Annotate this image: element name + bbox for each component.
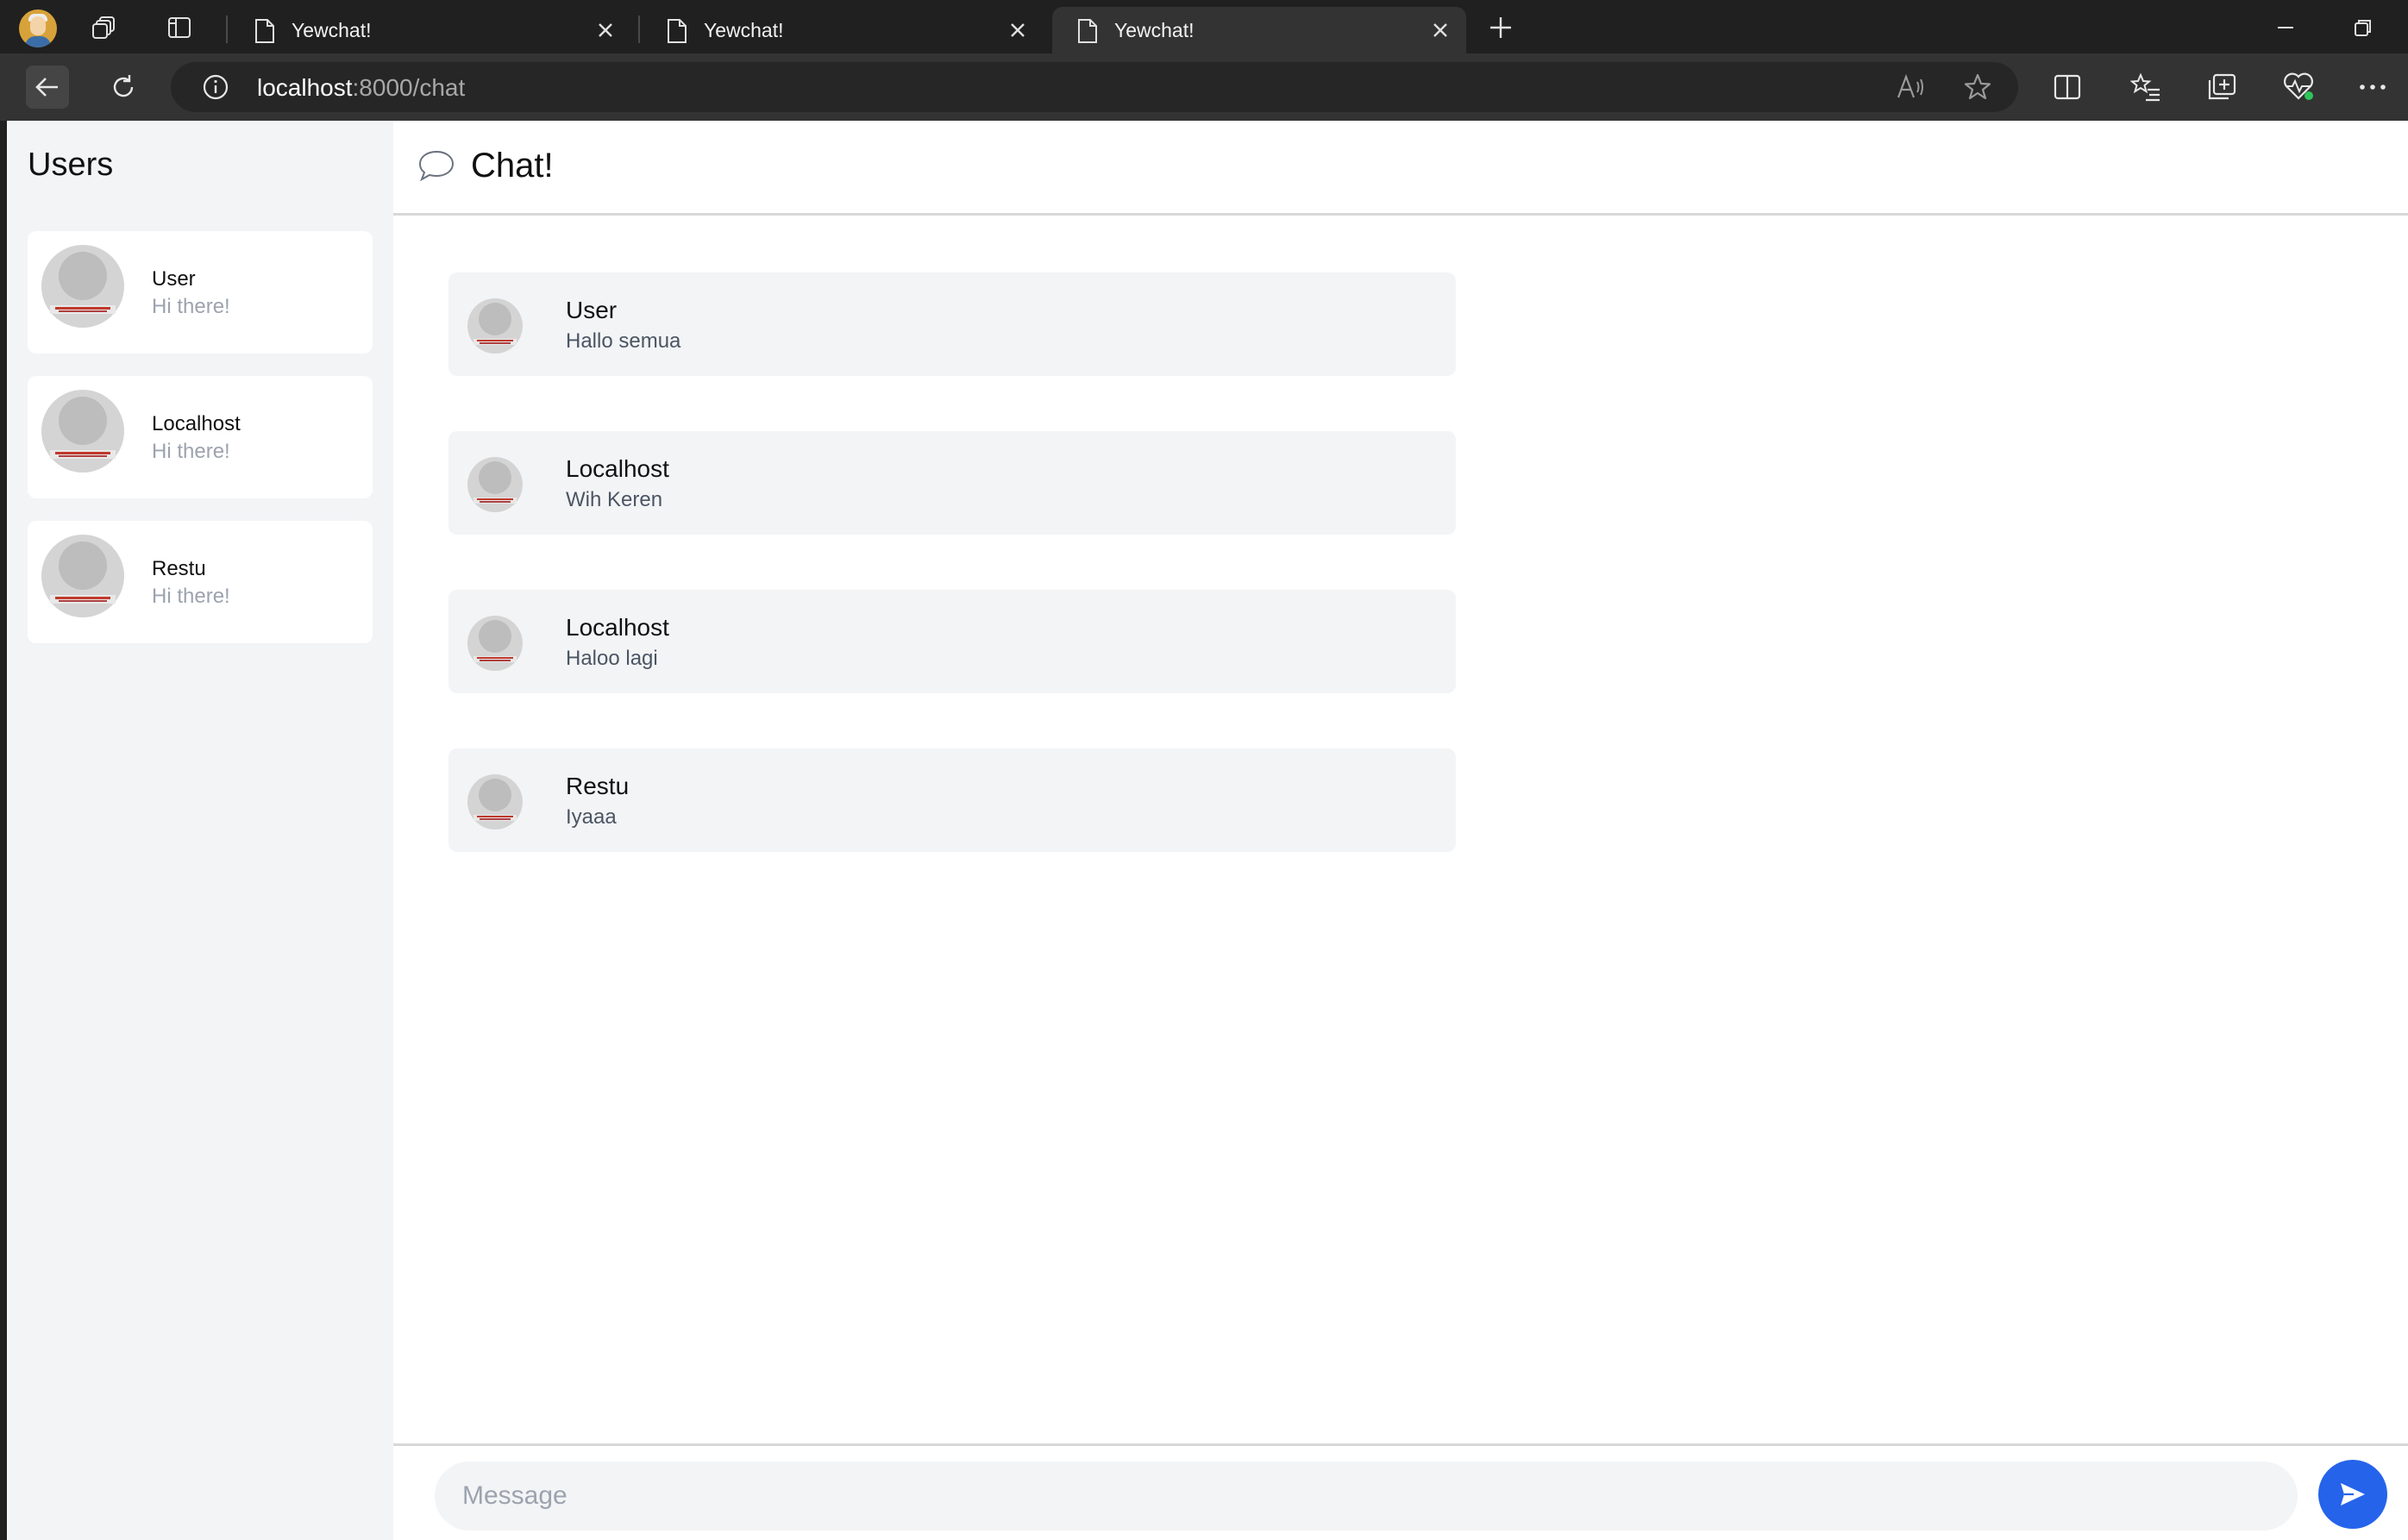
tab-title: Yewchat!: [292, 19, 372, 41]
back-arrow-icon: [35, 78, 58, 97]
document-icon: [666, 18, 688, 49]
message-text: Iyaaa: [566, 805, 617, 829]
document-icon: [254, 18, 276, 49]
user-preview: Hi there!: [152, 585, 230, 608]
tab-separator: [638, 16, 640, 43]
message-item: Localhost Wih Keren: [448, 431, 1456, 535]
tab-title: Yewchat!: [1114, 19, 1195, 41]
message-text: Haloo lagi: [566, 647, 658, 670]
message-item: Restu Iyaaa: [448, 748, 1456, 852]
minimize-icon[interactable]: [2268, 10, 2303, 45]
user-card[interactable]: User Hi there!: [28, 231, 373, 354]
tab-2[interactable]: Yewchat!: [642, 7, 1044, 53]
favorites-list-icon[interactable]: [2129, 72, 2161, 105]
avatar-image: [41, 245, 124, 328]
site-info-icon[interactable]: [202, 73, 229, 104]
send-icon: [2341, 1483, 2365, 1506]
profile-avatar[interactable]: [19, 9, 57, 47]
close-tab-icon[interactable]: [595, 20, 616, 46]
user-preview: Hi there!: [152, 440, 230, 463]
web-page: Users User Hi there! Localhost Hi there!…: [7, 121, 2408, 1540]
users-sidebar: Users User Hi there! Localhost Hi there!…: [7, 121, 393, 1540]
message-author: Localhost: [566, 455, 669, 482]
address-bar[interactable]: localhost:8000/chat: [171, 62, 2018, 112]
message-item: User Hallo semua: [448, 272, 1456, 376]
tab-1[interactable]: Yewchat!: [229, 7, 631, 53]
message-item: Localhost Haloo lagi: [448, 590, 1456, 693]
user-name: User: [152, 267, 196, 291]
url-host: localhost: [257, 74, 353, 101]
message-text: Wih Keren: [566, 488, 663, 511]
user-name: Localhost: [152, 412, 241, 435]
read-aloud-icon[interactable]: [1896, 73, 1925, 104]
browser-essentials-icon[interactable]: [2282, 71, 2315, 105]
send-button[interactable]: [2318, 1460, 2387, 1529]
sidebar-heading: Users: [28, 147, 114, 183]
refresh-icon: [113, 75, 134, 97]
restore-icon[interactable]: [2346, 10, 2380, 45]
chat-header: Chat!: [393, 121, 2408, 216]
vertical-tabs-icon[interactable]: [164, 12, 195, 43]
tab-title: Yewchat!: [704, 19, 784, 41]
avatar-image: [467, 774, 523, 829]
more-options-icon[interactable]: [2358, 72, 2387, 105]
url-text: localhost:8000/chat: [257, 74, 465, 102]
chat-bubble-icon: [417, 149, 455, 185]
collections-icon[interactable]: [2206, 72, 2237, 105]
message-composer: [393, 1443, 2408, 1540]
browser-toolbar: localhost:8000/chat: [0, 53, 2408, 121]
message-text: Hallo semua: [566, 329, 681, 353]
new-tab-icon[interactable]: [1485, 12, 1516, 43]
message-input[interactable]: [435, 1462, 2298, 1531]
document-icon: [1076, 18, 1099, 49]
close-tab-icon[interactable]: [1007, 20, 1028, 46]
message-author: Restu: [566, 773, 630, 799]
profile-face: [30, 16, 46, 35]
refresh-button[interactable]: [102, 66, 145, 109]
favorite-star-icon[interactable]: [1963, 72, 1992, 105]
avatar-image: [41, 390, 124, 473]
user-card[interactable]: Restu Hi there!: [28, 521, 373, 643]
split-screen-icon[interactable]: [2053, 72, 2082, 105]
tab-separator: [226, 16, 228, 43]
browser-tab-strip: Yewchat! Yewchat! Yewchat!: [0, 0, 2408, 53]
avatar-image: [467, 616, 523, 671]
user-preview: Hi there!: [152, 295, 230, 318]
tab-3-active[interactable]: Yewchat!: [1052, 7, 1466, 53]
user-card[interactable]: Localhost Hi there!: [28, 376, 373, 498]
chat-panel: Chat! User Hallo semua Localhost Wih Ker…: [393, 121, 2408, 1540]
message-author: Localhost: [566, 614, 669, 641]
message-author: User: [566, 297, 618, 323]
url-path: :8000/chat: [352, 74, 466, 101]
workspaces-icon[interactable]: [90, 12, 121, 43]
avatar-image: [467, 457, 523, 512]
avatar-image: [467, 298, 523, 354]
back-button[interactable]: [26, 66, 69, 109]
close-tab-icon[interactable]: [1430, 20, 1451, 46]
chat-title: Chat!: [471, 147, 554, 185]
user-name: Restu: [152, 557, 206, 580]
avatar-image: [41, 535, 124, 617]
profile-body: [25, 36, 51, 47]
